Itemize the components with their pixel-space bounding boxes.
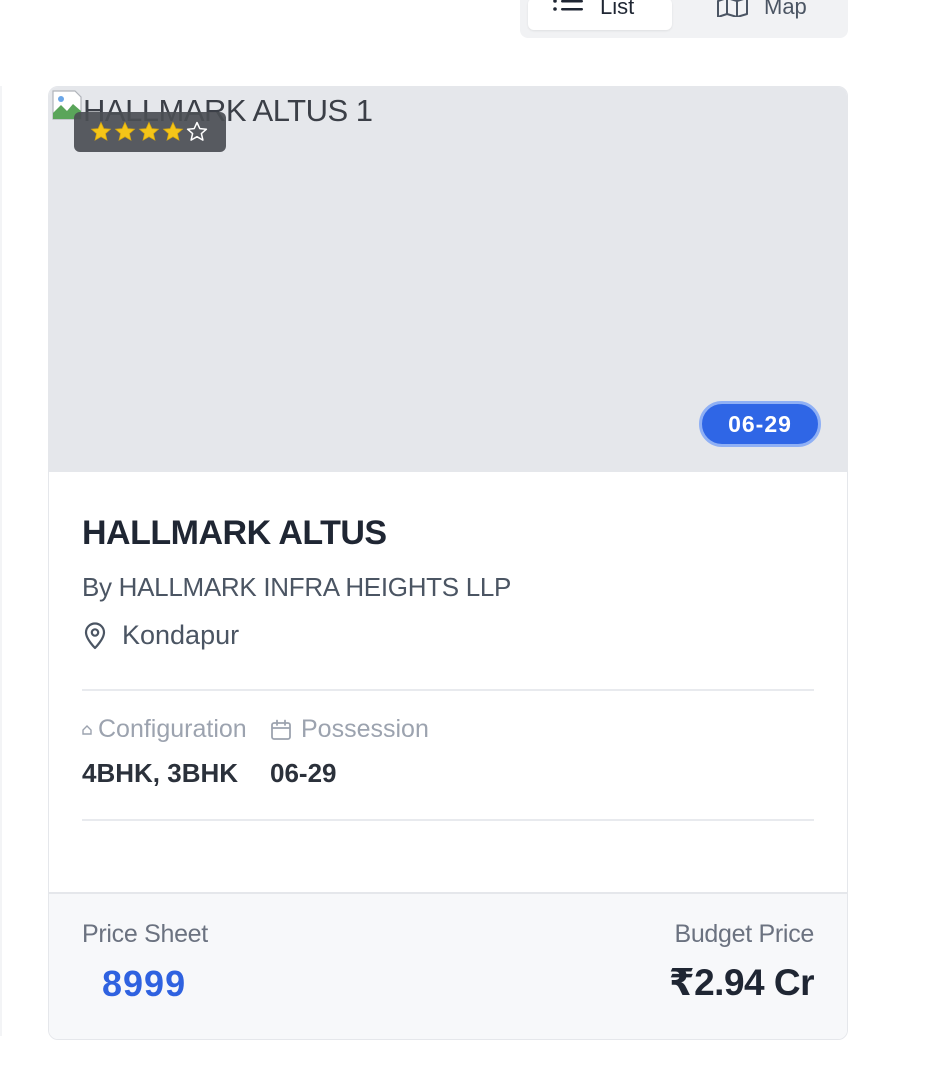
location-text: Kondapur	[122, 620, 240, 650]
price-sheet-label: Price Sheet	[82, 920, 208, 948]
price-sheet-link[interactable]: 8999	[102, 963, 208, 1005]
star-filled-icon	[90, 121, 112, 141]
budget-price-block: Budget Price ₹2.94 Cr	[668, 920, 815, 1004]
property-title[interactable]: HALLMARK ALTUS	[82, 514, 387, 553]
card-body: HALLMARK ALTUS By HALLMARK INFRA HEIGHTS…	[49, 472, 847, 892]
configuration-spec: Configuration 4BHK, 3BHK	[82, 715, 247, 789]
property-image[interactable]: HALLMARK ALTUS 1 06-29	[49, 87, 847, 472]
list-icon	[553, 0, 583, 11]
map-view-button[interactable]: Map	[692, 0, 832, 30]
budget-price-value: ₹2.94 Cr	[668, 962, 815, 1003]
possession-label: Possession	[301, 715, 429, 743]
star-filled-icon	[162, 121, 184, 141]
map-icon	[717, 0, 748, 17]
page-left-edge	[0, 86, 2, 1036]
divider	[82, 689, 814, 691]
calendar-icon	[271, 719, 291, 740]
possession-spec: Possession 06-29	[270, 715, 429, 789]
property-card[interactable]: HALLMARK ALTUS 1 06-29 HALLMARK ALTUS By…	[48, 86, 848, 1040]
map-pin-icon	[84, 621, 106, 649]
price-sheet-block: Price Sheet 8999	[82, 920, 208, 1005]
rating-badge	[74, 112, 226, 152]
developer-name: By HALLMARK INFRA HEIGHTS LLP	[82, 572, 512, 602]
configuration-value: 4BHK, 3BHK	[82, 758, 239, 788]
configuration-label: Configuration	[98, 715, 247, 743]
star-outline-icon	[186, 121, 208, 141]
property-location: Kondapur	[82, 620, 239, 651]
card-footer: Price Sheet 8999 Budget Price ₹2.94 Cr	[49, 892, 847, 1039]
view-toggle: List Map	[520, 0, 848, 38]
map-view-label: Map	[764, 0, 807, 19]
possession-value: 06-29	[270, 758, 337, 788]
star-filled-icon	[114, 121, 136, 141]
home-icon	[82, 724, 92, 735]
star-filled-icon	[138, 121, 160, 141]
list-view-button[interactable]: List	[528, 0, 672, 30]
divider	[82, 819, 814, 821]
possession-date-badge: 06-29	[699, 401, 821, 447]
list-view-label: List	[600, 0, 635, 19]
budget-price-label: Budget Price	[674, 920, 814, 948]
